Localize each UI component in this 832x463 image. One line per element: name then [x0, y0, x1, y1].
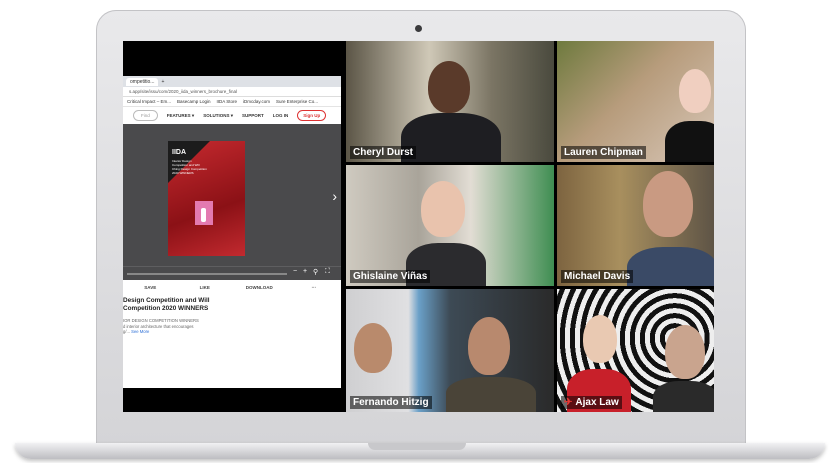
bookmark-item[interactable]: iDmcday.com — [243, 99, 270, 104]
features-menu[interactable]: FEATURES ▾ — [167, 113, 194, 119]
brochure-cover: IIDA Interior Design Competition and Wil… — [168, 141, 245, 256]
download-button[interactable]: DOWNLOAD — [232, 285, 287, 290]
participant-body — [653, 381, 714, 412]
participant-face — [583, 315, 617, 363]
url-text: s.app/site/issu/com/2020_iida_winners_br… — [129, 89, 238, 94]
participant-face — [428, 61, 470, 113]
solutions-menu[interactable]: SOLUTIONS ▾ — [203, 113, 233, 119]
next-page-arrow-icon[interactable]: › — [332, 188, 337, 204]
shared-screen-browser: ompetitio... + s.app/site/issu/com/2020_… — [123, 76, 341, 388]
viewer-controls: − + ⚲ ⛶ — [123, 266, 341, 281]
search-icon[interactable]: ⚲ — [313, 268, 318, 276]
fullscreen-icon[interactable]: ⛶ — [325, 268, 330, 276]
participant-name: Ajax Law — [575, 397, 619, 408]
laptop-notch — [368, 443, 466, 450]
participant-face — [665, 325, 705, 379]
participant-name: Fernando Hitzig — [350, 396, 432, 409]
document-viewer[interactable]: IIDA Interior Design Competition and Wil… — [123, 124, 341, 266]
snippet-text: g/... — [123, 329, 132, 334]
participant-body — [446, 377, 536, 412]
login-link[interactable]: LOG IN — [273, 113, 289, 118]
participant-face — [468, 317, 510, 375]
like-button[interactable]: LIKE — [178, 285, 233, 290]
cover-figure — [201, 208, 206, 222]
bookmark-item[interactable]: Basecamp Login — [177, 99, 211, 104]
bookmark-item[interactable]: IIDA Store — [217, 99, 238, 104]
address-bar[interactable]: s.app/site/issu/com/2020_iida_winners_br… — [123, 87, 341, 97]
signup-button[interactable]: Sign Up — [297, 110, 327, 121]
participant-body — [627, 247, 714, 286]
participant-name-tag: ✈ Ajax Law — [561, 396, 622, 409]
participant-name: Lauren Chipman — [561, 146, 646, 159]
participant-tile[interactable]: Cheryl Durst — [346, 41, 554, 162]
action-bar: SAVE LIKE DOWNLOAD ⋯ — [123, 280, 341, 296]
zoom-out-icon[interactable]: − — [293, 268, 297, 275]
see-more-link[interactable]: See More — [131, 329, 149, 334]
participant-face — [421, 181, 465, 237]
participant-name: Ghislaine Viñas — [350, 270, 431, 283]
participant-body — [665, 121, 714, 162]
participant-tile[interactable]: ✈ Ajax Law — [557, 289, 714, 412]
participant-tile[interactable]: Lauren Chipman — [557, 41, 714, 162]
document-title-line: Competition 2020 WINNERS — [123, 305, 209, 312]
cover-text: Interior Design Competition and Will Chi… — [172, 159, 207, 175]
participant-name: Cheryl Durst — [350, 146, 417, 159]
save-button[interactable]: SAVE — [123, 285, 178, 290]
browser-tabbar: ompetitio... + — [123, 76, 341, 87]
video-call-screen: ompetitio... + s.app/site/issu/com/2020_… — [123, 41, 714, 412]
participant-tile[interactable]: Michael Davis — [557, 165, 714, 286]
support-link[interactable]: SUPPORT — [242, 113, 264, 118]
snippet-line: g/... See More — [123, 329, 341, 335]
participant-tile[interactable]: Ghislaine Viñas — [346, 165, 554, 286]
document-description: Design Competition and Will Competition … — [123, 295, 341, 388]
document-title-line: Design Competition and Will — [123, 297, 210, 304]
page-scrubber[interactable] — [127, 273, 287, 275]
webcam-icon — [415, 25, 422, 32]
more-options-button[interactable]: ⋯ — [287, 285, 342, 291]
new-tab-button[interactable]: + — [161, 79, 164, 85]
bookmark-item[interactable]: Sure Enterprise Co... — [276, 99, 318, 104]
bookmarks-bar: Critical Impact – Em... Basecamp Login I… — [123, 97, 341, 107]
document-snippet: IOR DESIGN COMPETITION WINNERS d interio… — [123, 318, 341, 335]
cover-brand: IIDA — [172, 149, 186, 156]
participant-tile[interactable]: Fernando Hitzig — [346, 289, 554, 412]
find-input[interactable]: Find — [133, 110, 158, 121]
record-icon: ✈ — [564, 397, 573, 408]
participant-face — [679, 69, 711, 113]
participant-face — [643, 171, 693, 237]
bookmark-item[interactable]: Critical Impact – Em... — [127, 99, 171, 104]
site-nav: Find FEATURES ▾ SOLUTIONS ▾ SUPPORT LOG … — [123, 107, 341, 125]
zoom-in-icon[interactable]: + — [303, 268, 307, 275]
participant-face — [354, 323, 392, 373]
browser-tab[interactable]: ompetitio... — [126, 77, 159, 86]
participant-name: Michael Davis — [561, 270, 634, 283]
